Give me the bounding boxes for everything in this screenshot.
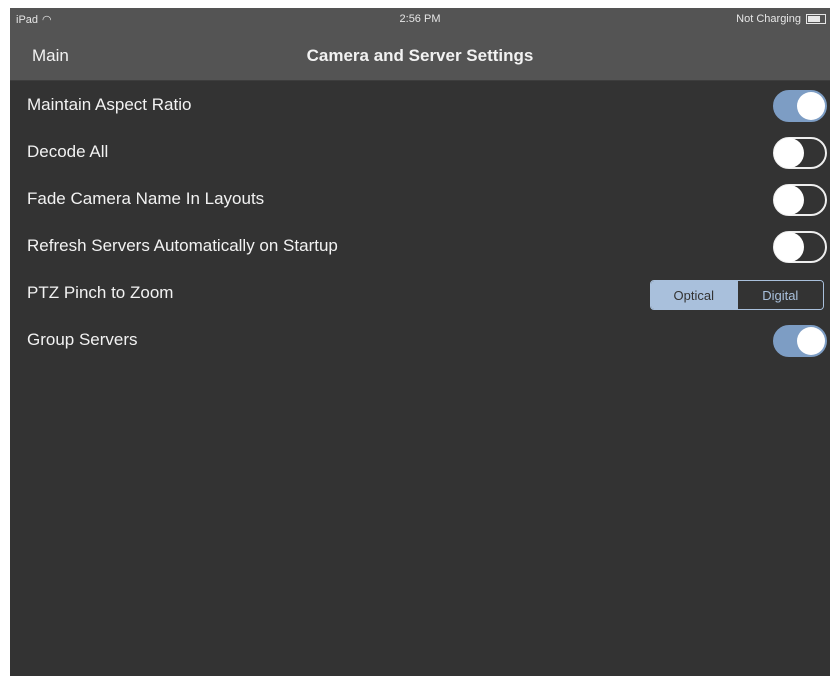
status-bar: iPad ◠ 2:56 PM Not Charging [10,8,830,32]
decode-all-toggle[interactable] [773,137,827,169]
setting-row-fade-camera-name: Fade Camera Name In Layouts [10,175,830,222]
setting-label: PTZ Pinch to Zoom [27,283,174,302]
segment-optical[interactable]: Optical [651,281,737,309]
ptz-zoom-segmented-control: Optical Digital [650,280,824,310]
setting-row-ptz-pinch-to-zoom: PTZ Pinch to Zoom Optical Digital [10,269,830,316]
setting-row-maintain-aspect-ratio: Maintain Aspect Ratio [10,81,830,128]
setting-label: Fade Camera Name In Layouts [27,189,265,208]
setting-label: Decode All [27,142,109,161]
toggle-knob [797,92,825,120]
battery-status-text: Not Charging [736,13,801,25]
toggle-knob [797,327,825,355]
settings-list: Maintain Aspect Ratio Decode All Fade Ca… [10,81,830,363]
top-edge-text [0,0,830,8]
maintain-aspect-ratio-toggle[interactable] [773,90,827,122]
battery-icon [806,14,826,24]
setting-label: Maintain Aspect Ratio [27,95,192,114]
group-servers-toggle[interactable] [773,325,827,357]
status-time: 2:56 PM [399,13,441,25]
setting-row-refresh-servers: Refresh Servers Automatically on Startup [10,222,830,269]
navigation-bar: Main Camera and Server Settings [10,32,830,81]
setting-row-group-servers: Group Servers [10,316,830,363]
segment-digital[interactable]: Digital [736,281,823,309]
status-right: Not Charging [736,13,826,25]
setting-row-decode-all: Decode All [10,128,830,175]
setting-label: Refresh Servers Automatically on Startup [27,236,338,255]
page-title: Camera and Server Settings [306,46,534,65]
refresh-servers-toggle[interactable] [773,231,827,263]
setting-label: Group Servers [27,330,138,349]
fade-camera-name-toggle[interactable] [773,184,827,216]
toggle-knob [774,232,804,262]
ipad-screen: iPad ◠ 2:56 PM Not Charging Main Camera … [10,8,830,676]
toggle-knob [774,185,804,215]
toggle-knob [774,138,804,168]
